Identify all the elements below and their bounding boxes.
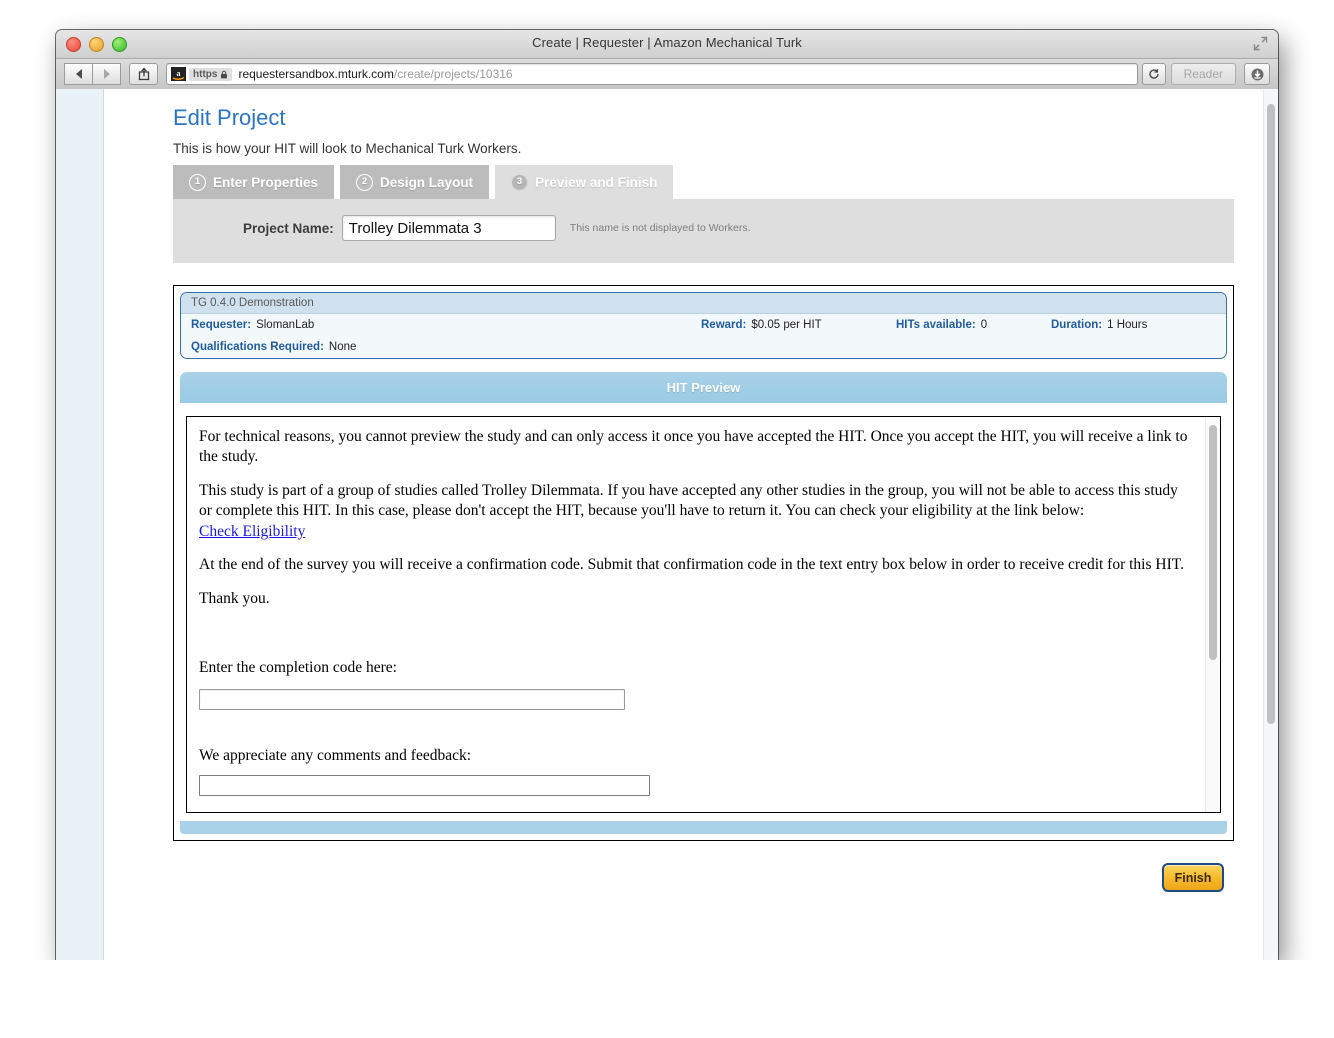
hit-info-title: TG 0.4.0 Demonstration	[181, 293, 1226, 314]
reload-button[interactable]	[1141, 63, 1166, 85]
hit-preview-bar: HIT Preview	[180, 372, 1227, 403]
page-left-margin	[56, 89, 104, 960]
amazon-favicon: a	[170, 66, 187, 82]
hit-bottom-bar	[180, 821, 1227, 834]
check-eligibility-link[interactable]: Check Eligibility	[199, 523, 305, 540]
page-viewport: Edit Project This is how your HIT will l…	[56, 89, 1278, 960]
address-bar[interactable]: a https requestersandbox.mturk.com/creat…	[166, 63, 1138, 85]
hit-paragraph-1: For technical reasons, you cannot previe…	[199, 428, 1188, 466]
requester-value: SlomanLab	[256, 319, 315, 331]
feedback-input[interactable]	[199, 774, 650, 796]
page-scrollbar-thumb[interactable]	[1267, 104, 1275, 724]
tab-preview-and-finish[interactable]: 3 Preview and Finish	[495, 165, 674, 199]
url-domain: requestersandbox.mturk.com	[238, 67, 394, 81]
reload-icon	[1149, 69, 1159, 79]
hit-preview-frame: For technical reasons, you cannot previe…	[186, 416, 1221, 813]
hit-frame-scrollbar[interactable]	[1205, 417, 1220, 812]
page-scrollbar[interactable]	[1263, 89, 1278, 960]
project-name-row: Project Name: This name is not displayed…	[173, 215, 1234, 241]
hit-paragraph-3: At the end of the survey you will receiv…	[199, 556, 1184, 574]
url-text: requestersandbox.mturk.com/create/projec…	[238, 67, 512, 81]
requester-label: Requester:	[191, 319, 252, 331]
hit-info-row-qualifications: Qualifications Required: None	[181, 336, 1226, 358]
completion-code-label: Enter the completion code here:	[199, 659, 397, 677]
svg-text:a: a	[177, 69, 181, 78]
page-title: Edit Project	[173, 105, 286, 130]
https-label: https	[193, 68, 218, 80]
forward-arrow-icon	[103, 69, 110, 79]
project-name-label: Project Name:	[243, 220, 334, 236]
desktop-strip	[0, 960, 1334, 1038]
project-name-input[interactable]	[341, 215, 556, 241]
qualifications-value: None	[328, 341, 357, 353]
desktop-background: Create | Requester | Amazon Mechanical T…	[0, 0, 1334, 1038]
hit-info-row-primary: Requester: SlomanLab Reward: $0.05 per H…	[181, 314, 1226, 336]
field-duration: Duration: 1 Hours	[1051, 319, 1147, 331]
share-button[interactable]	[129, 63, 158, 85]
hit-paragraph-2: This study is part of a group of studies…	[199, 481, 1194, 542]
downloads-button[interactable]	[1244, 63, 1270, 85]
tab-enter-properties[interactable]: 1 Enter Properties	[173, 165, 335, 199]
reward-label: Reward:	[701, 319, 747, 331]
tab-step-number: 2	[356, 173, 374, 191]
browser-toolbar: a https requestersandbox.mturk.com/creat…	[56, 59, 1278, 90]
feedback-label: We appreciate any comments and feedback:	[199, 747, 472, 765]
reader-button[interactable]: Reader	[1170, 63, 1236, 85]
share-icon	[138, 67, 149, 81]
hits-available-label: HITs available:	[896, 319, 976, 331]
qualifications-label: Qualifications Required:	[191, 341, 324, 353]
back-arrow-icon	[75, 69, 82, 79]
page-subtitle: This is how your HIT will look to Mechan…	[173, 141, 522, 156]
properties-panel: Project Name: This name is not displayed…	[173, 199, 1234, 263]
mturk-content: Edit Project This is how your HIT will l…	[104, 89, 1254, 892]
window-title: Create | Requester | Amazon Mechanical T…	[532, 35, 802, 50]
lock-icon	[221, 70, 228, 78]
finish-button[interactable]: Finish	[1162, 863, 1224, 892]
hits-available-value: 0	[980, 319, 988, 331]
hit-paragraph-2-text: This study is part of a group of studies…	[199, 481, 1178, 520]
url-path: /create/projects/10316	[393, 67, 513, 81]
fullscreen-icon[interactable]	[1253, 36, 1268, 51]
hit-preview-container: TG 0.4.0 Demonstration Requester: Sloman…	[173, 285, 1234, 841]
page-body: Edit Project This is how your HIT will l…	[104, 89, 1264, 960]
hit-info-box: TG 0.4.0 Demonstration Requester: Sloman…	[180, 292, 1227, 359]
field-reward: Reward: $0.05 per HIT	[701, 319, 896, 331]
tab-label: Design Layout	[380, 174, 474, 190]
tab-label: Preview and Finish	[535, 174, 658, 190]
forward-button[interactable]	[93, 63, 121, 85]
reward-value: $0.05 per HIT	[751, 319, 822, 331]
back-button[interactable]	[64, 63, 93, 85]
https-badge: https	[189, 67, 233, 81]
finish-row: Finish	[173, 841, 1232, 892]
tab-label: Enter Properties	[213, 174, 319, 190]
hit-frame-scrollbar-thumb[interactable]	[1209, 425, 1217, 660]
field-requester: Requester: SlomanLab	[191, 319, 701, 331]
tab-design-layout[interactable]: 2 Design Layout	[340, 165, 490, 199]
hit-preview-body: For technical reasons, you cannot previe…	[187, 417, 1206, 812]
duration-value: 1 Hours	[1107, 319, 1148, 331]
tab-step-number: 1	[189, 173, 206, 191]
navigation-button-group	[64, 63, 121, 85]
completion-code-input[interactable]	[199, 688, 625, 710]
downloads-icon	[1251, 68, 1263, 80]
window-titlebar: Create | Requester | Amazon Mechanical T…	[56, 30, 1278, 59]
wizard-tabs: 1 Enter Properties 2 Design Layout 3 Pre…	[173, 165, 1254, 199]
browser-window: Create | Requester | Amazon Mechanical T…	[56, 30, 1278, 960]
field-hits-available: HITs available: 0	[896, 319, 1051, 331]
hit-paragraph-4: Thank you.	[199, 589, 270, 607]
project-name-hint: This name is not displayed to Workers.	[569, 222, 751, 234]
tab-step-number: 3	[511, 173, 529, 191]
duration-label: Duration:	[1051, 319, 1103, 331]
